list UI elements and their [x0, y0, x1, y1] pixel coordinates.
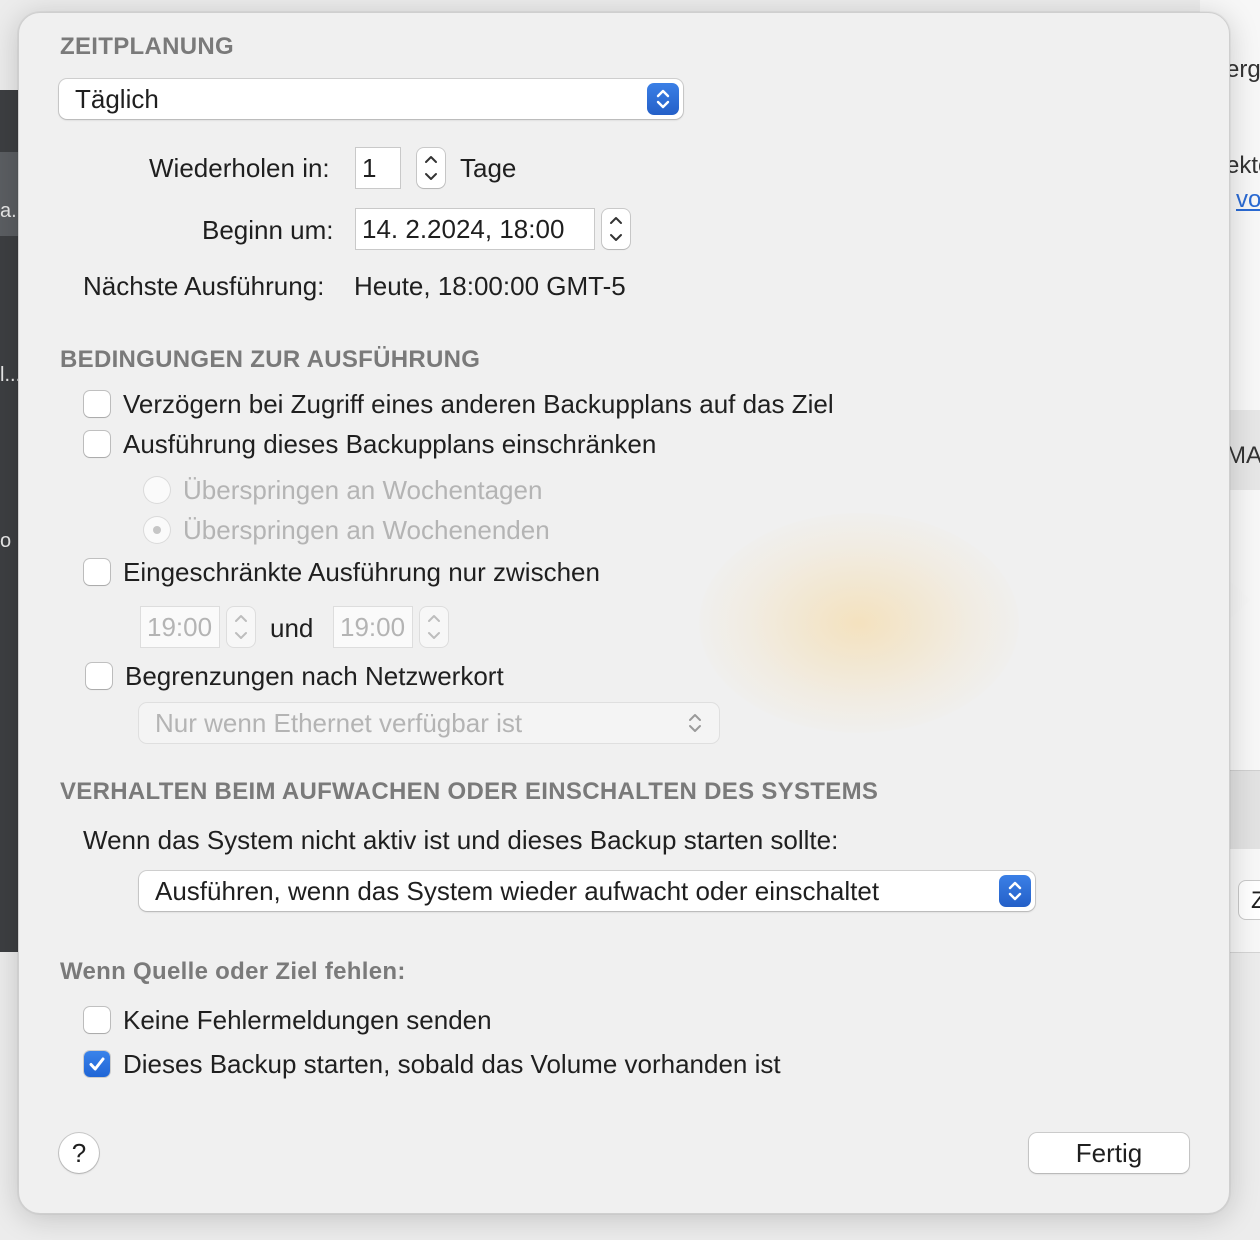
frequency-value: Täglich: [75, 84, 159, 114]
background-panel: [1228, 770, 1260, 849]
start-when-available-label: Dieses Backup starten, sobald das Volume…: [123, 1049, 781, 1079]
repeat-unit-label: Tage: [460, 153, 517, 183]
and-label: und: [270, 613, 314, 643]
background-sidebar-text: o: [0, 530, 12, 552]
radio-selected-dot: [153, 526, 161, 534]
start-datetime-stepper[interactable]: [602, 209, 630, 249]
wake-behavior-popup[interactable]: Ausführen, wenn das System wieder aufwac…: [139, 871, 1035, 911]
skip-weekends-radio[interactable]: [144, 517, 170, 543]
network-limits-label: Begrenzungen nach Netzwerkort: [125, 661, 504, 691]
background-link[interactable]: vo: [1236, 186, 1260, 214]
popup-arrows-icon: [999, 875, 1031, 907]
delay-label: Verzögern bei Zugriff eines anderen Back…: [123, 389, 834, 419]
skip-weekends-label: Überspringen an Wochenenden: [183, 515, 550, 545]
cursor-glow: [699, 513, 1019, 733]
help-button[interactable]: ?: [59, 1133, 99, 1173]
network-option-popup[interactable]: Nur wenn Ethernet verfügbar ist: [139, 703, 719, 743]
start-label: Beginn um:: [202, 215, 334, 245]
repeat-label: Wiederholen in:: [149, 153, 330, 183]
background-text: ekto: [1226, 152, 1260, 179]
skip-weekdays-label: Überspringen an Wochentagen: [183, 475, 543, 505]
stepper-arrows-icon: [610, 217, 622, 241]
start-datetime-field[interactable]: 14. 2.2024, 18:00: [356, 209, 594, 249]
stepper-arrows-icon: [428, 615, 440, 639]
missing-section-title: Wenn Quelle oder Ziel fehlen:: [60, 958, 406, 985]
repeat-interval-stepper[interactable]: [417, 148, 445, 188]
wake-section-title: VERHALTEN BEIM AUFWACHEN ODER EINSCHALTE…: [60, 778, 879, 805]
limited-run-checkbox[interactable]: [84, 559, 110, 585]
next-run-value: Heute, 18:00:00 GMT-5: [354, 271, 626, 301]
no-errors-checkbox[interactable]: [84, 1007, 110, 1033]
start-when-available-checkbox[interactable]: [84, 1051, 110, 1077]
time-from-stepper[interactable]: [227, 607, 255, 647]
popup-arrows-icon: [647, 83, 679, 115]
network-option-value: Nur wenn Ethernet verfügbar ist: [155, 708, 523, 738]
schedule-options-sheet: ZEITPLANUNG Täglich Wiederholen in: 1 Ta…: [18, 12, 1230, 1214]
time-to-stepper[interactable]: [420, 607, 448, 647]
limited-run-label: Eingeschränkte Ausführung nur zwischen: [123, 557, 600, 587]
delay-checkbox[interactable]: [84, 391, 110, 417]
time-from-field[interactable]: 19:00: [141, 607, 219, 647]
done-button[interactable]: Fertig: [1029, 1133, 1189, 1173]
network-limits-checkbox[interactable]: [86, 663, 112, 689]
wake-description: Wenn das System nicht aktiv ist und dies…: [83, 825, 839, 855]
skip-weekdays-radio[interactable]: [144, 477, 170, 503]
repeat-interval-field[interactable]: 1: [356, 148, 400, 188]
schedule-section-title: ZEITPLANUNG: [60, 33, 234, 60]
no-errors-label: Keine Fehlermeldungen senden: [123, 1005, 492, 1035]
background-text: ergl: [1226, 56, 1260, 83]
stepper-arrows-icon: [425, 156, 437, 180]
popup-arrows-icon: [679, 707, 711, 739]
frequency-popup[interactable]: Täglich: [59, 79, 683, 119]
restrict-label: Ausführung dieses Backupplans einschränk…: [123, 429, 657, 459]
stepper-arrows-icon: [235, 615, 247, 639]
restrict-checkbox[interactable]: [84, 431, 110, 457]
checkmark-icon: [89, 1057, 105, 1071]
background-button[interactable]: Z: [1238, 880, 1260, 920]
time-to-field[interactable]: 19:00: [334, 607, 412, 647]
wake-behavior-value: Ausführen, wenn das System wieder aufwac…: [155, 876, 880, 906]
conditions-section-title: BEDINGUNGEN ZUR AUSFÜHRUNG: [60, 346, 481, 373]
background-text: MA: [1226, 442, 1260, 469]
next-run-label: Nächste Ausführung:: [83, 271, 325, 301]
